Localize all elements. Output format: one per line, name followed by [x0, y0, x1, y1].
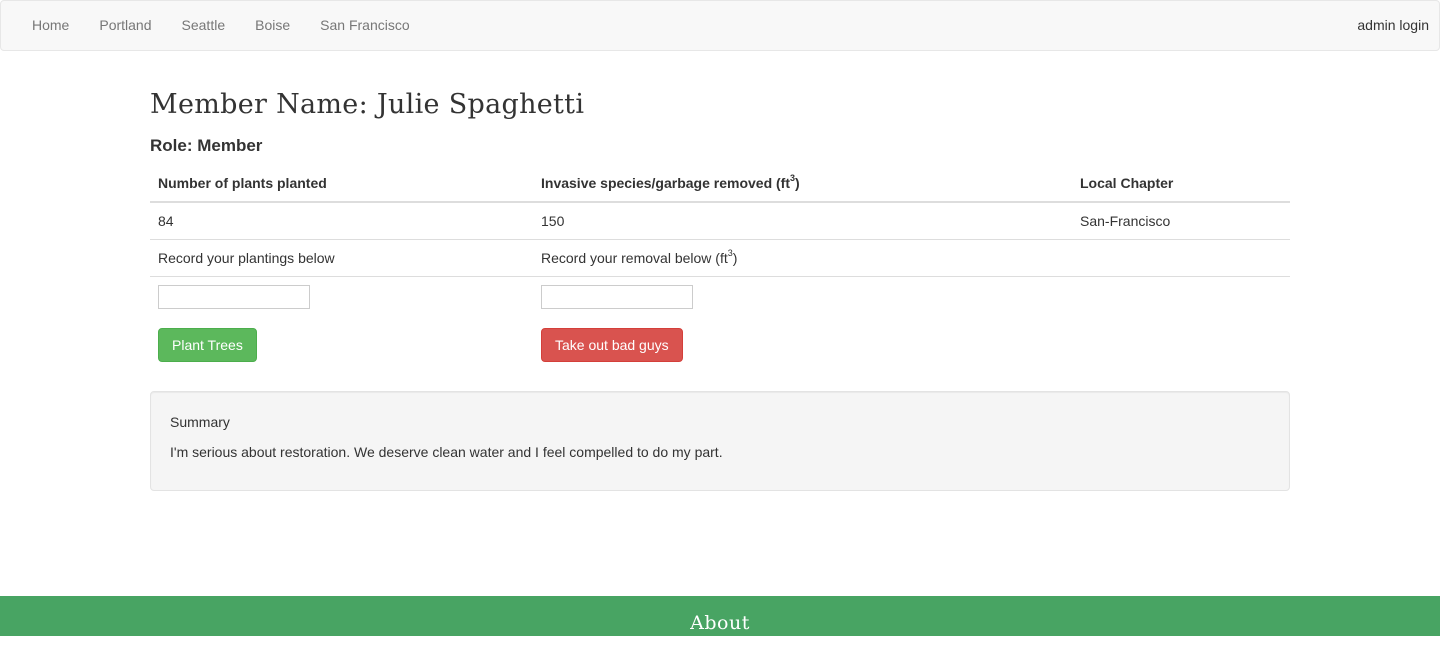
value-chapter: San-Francisco [1072, 201, 1290, 240]
admin-login-link[interactable]: admin login [1357, 1, 1429, 50]
top-navbar: Home Portland Seattle Boise San Francisc… [0, 0, 1440, 51]
table-header-row: Number of plants planted Invasive specie… [150, 165, 1290, 203]
removal-input[interactable] [541, 285, 693, 309]
nav-links: Home Portland Seattle Boise San Francisc… [17, 1, 425, 50]
page-title: Member Name: Julie Spaghetti [150, 89, 585, 120]
prompt-plantings: Record your plantings below [150, 239, 533, 277]
main-content: Member Name: Julie Spaghetti Role: Membe… [150, 50, 1290, 370]
summary-panel: Summary I'm serious about restoration. W… [150, 391, 1290, 491]
summary-title: Summary [170, 414, 230, 430]
table-row: Record your plantings below Record your … [150, 239, 1290, 277]
plantings-input[interactable] [158, 285, 310, 309]
prompt-removal: Record your removal below (ft3) [533, 239, 1072, 277]
button-row: Plant Trees Take out bad guys [150, 317, 1290, 370]
member-role: Role: Member [150, 136, 263, 155]
footer: About [0, 596, 1440, 636]
footer-about-title: About [690, 612, 750, 634]
table-row: 84 150 San-Francisco [150, 201, 1290, 240]
input-row [150, 276, 1290, 317]
header-chapter: Local Chapter [1072, 165, 1290, 203]
take-out-bad-guys-button[interactable]: Take out bad guys [541, 328, 683, 362]
header-plants: Number of plants planted [150, 165, 533, 203]
nav-link-home[interactable]: Home [17, 1, 84, 50]
nav-link-seattle[interactable]: Seattle [167, 1, 241, 50]
value-removed: 150 [533, 201, 1072, 240]
nav-link-portland[interactable]: Portland [84, 1, 166, 50]
member-stats-table: Number of plants planted Invasive specie… [150, 165, 1290, 370]
nav-link-boise[interactable]: Boise [240, 1, 305, 50]
value-plants: 84 [150, 201, 533, 240]
nav-link-san-francisco[interactable]: San Francisco [305, 1, 424, 50]
summary-text: I'm serious about restoration. We deserv… [170, 444, 723, 460]
header-removed: Invasive species/garbage removed (ft3) [533, 165, 1072, 203]
plant-trees-button[interactable]: Plant Trees [158, 328, 257, 362]
